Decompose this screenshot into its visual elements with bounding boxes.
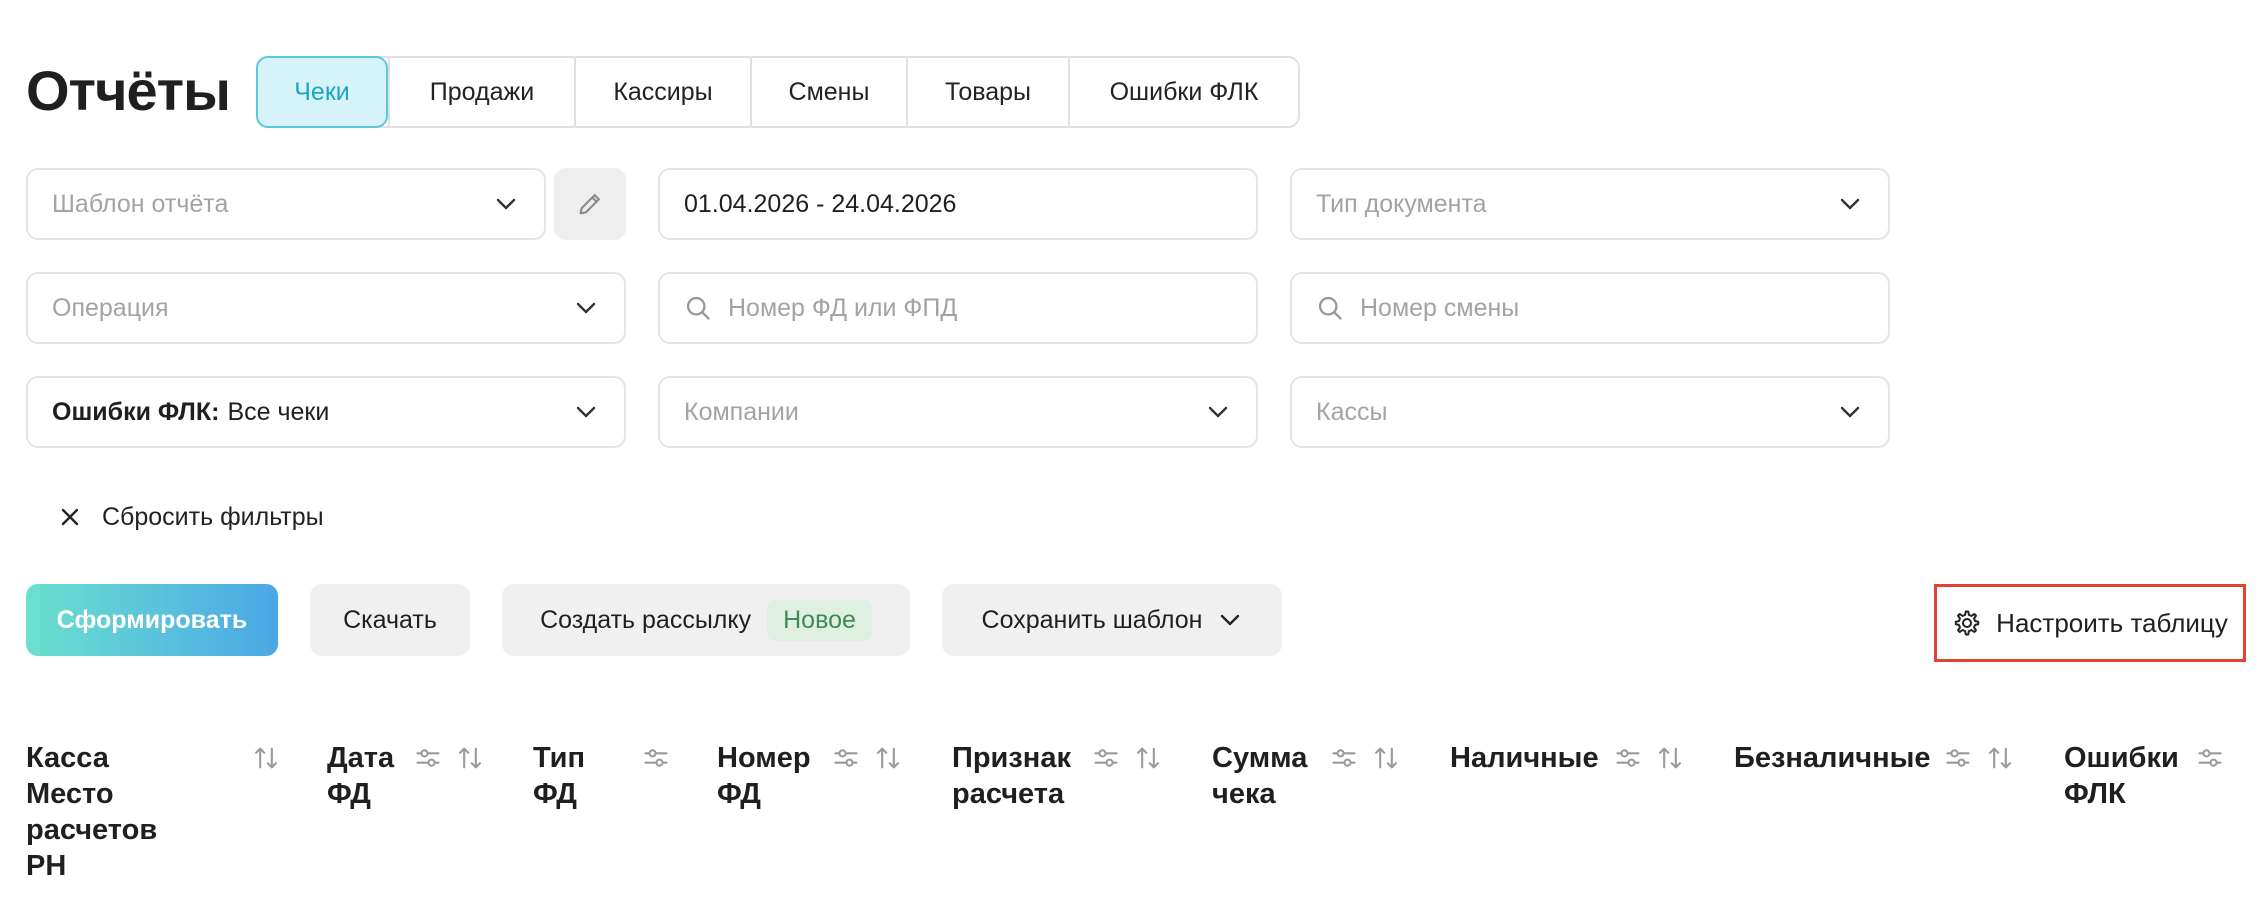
- column-header-cash: Наличные: [1450, 740, 1599, 776]
- flk-errors-select[interactable]: Ошибки ФЛК: Все чеки: [26, 376, 626, 448]
- tab-goods[interactable]: Товары: [906, 58, 1068, 126]
- date-range-field[interactable]: 01.04.2026 - 24.04.2026: [658, 168, 1258, 240]
- sort-icon[interactable]: [1656, 744, 1684, 772]
- report-template-select[interactable]: Шаблон отчёта: [26, 168, 546, 240]
- column-label: Ошибки ФЛК: [2064, 742, 2179, 810]
- tab-sales[interactable]: Продажи: [388, 58, 574, 126]
- shift-number-search[interactable]: Номер смены: [1290, 272, 1890, 344]
- column-label: Признак расчета: [952, 742, 1071, 810]
- create-mailing-button[interactable]: Создать рассылку Новое: [502, 584, 910, 656]
- filter-sliders-icon[interactable]: [1330, 744, 1358, 772]
- tab-receipts[interactable]: Чеки: [256, 56, 388, 128]
- tab-shifts[interactable]: Смены: [750, 58, 906, 126]
- gear-icon: [1952, 608, 1982, 638]
- column-label: Дата ФД: [327, 742, 395, 810]
- chevron-down-icon: [572, 294, 600, 322]
- flk-errors-value: Все чеки: [227, 397, 330, 426]
- report-template-placeholder: Шаблон отчёта: [52, 189, 229, 218]
- tab-cashiers[interactable]: Кассиры: [574, 58, 750, 126]
- pencil-icon: [576, 190, 604, 218]
- fd-number-placeholder: Номер ФД или ФПД: [728, 293, 958, 322]
- sort-icon[interactable]: [1986, 744, 2014, 772]
- filter-sliders-icon[interactable]: [832, 744, 860, 772]
- new-badge: Новое: [767, 599, 872, 641]
- filter-sliders-icon[interactable]: [1092, 744, 1120, 772]
- chevron-down-icon: [1836, 398, 1864, 426]
- create-mailing-label: Создать рассылку: [540, 605, 752, 634]
- document-type-placeholder: Тип документа: [1316, 189, 1487, 218]
- fd-number-search[interactable]: Номер ФД или ФПД: [658, 272, 1258, 344]
- tab-flk-errors[interactable]: Ошибки ФЛК: [1068, 58, 1298, 126]
- filter-sliders-icon[interactable]: [642, 744, 670, 772]
- sort-icon[interactable]: [1134, 744, 1162, 772]
- edit-template-button[interactable]: [554, 168, 626, 240]
- reset-filters-label: Сбросить фильтры: [102, 502, 324, 531]
- search-icon: [1316, 294, 1344, 322]
- column-header-payment-sign: Признак расчета: [952, 740, 1071, 812]
- filter-sliders-icon[interactable]: [414, 744, 442, 772]
- column-label: Тип ФД: [533, 742, 585, 810]
- column-header-cashbox: Касса Место расчетов РН: [26, 740, 176, 884]
- sort-icon[interactable]: [252, 744, 280, 772]
- column-label: Наличные: [1450, 742, 1599, 774]
- column-label: Сумма чека: [1212, 742, 1308, 810]
- save-template-button[interactable]: Сохранить шаблон: [942, 584, 1282, 656]
- companies-select[interactable]: Компании: [658, 376, 1258, 448]
- chevron-down-icon: [1836, 190, 1864, 218]
- column-header-receipt-sum: Сумма чека: [1212, 740, 1307, 812]
- save-template-label: Сохранить шаблон: [981, 605, 1203, 634]
- companies-placeholder: Компании: [684, 397, 799, 426]
- generate-button[interactable]: Сформировать: [26, 584, 278, 656]
- filter-sliders-icon[interactable]: [2196, 744, 2224, 772]
- sort-icon[interactable]: [1372, 744, 1400, 772]
- close-icon: [58, 505, 82, 529]
- reports-page: Отчёты Чеки Продажи Кассиры Смены Товары…: [0, 0, 2266, 898]
- column-header-cashless: Безналичные: [1734, 740, 1931, 776]
- cashboxes-placeholder: Кассы: [1316, 397, 1388, 426]
- column-label: Номер ФД: [717, 742, 811, 810]
- page-title: Отчёты: [26, 59, 231, 122]
- filter-sliders-icon[interactable]: [1614, 744, 1642, 772]
- operation-select[interactable]: Операция: [26, 272, 626, 344]
- cashboxes-select[interactable]: Кассы: [1290, 376, 1890, 448]
- chevron-down-icon: [572, 398, 600, 426]
- date-range-value: 01.04.2026 - 24.04.2026: [684, 189, 957, 218]
- column-label: Касса Место расчетов РН: [26, 742, 158, 882]
- column-header-fd-date: Дата ФД: [327, 740, 394, 812]
- flk-errors-label: Ошибки ФЛК:: [52, 397, 220, 426]
- search-icon: [684, 294, 712, 322]
- column-header-flk-errors: Ошибки ФЛК: [2064, 740, 2179, 812]
- chevron-down-icon: [1204, 398, 1232, 426]
- column-label: Безналичные: [1734, 742, 1931, 774]
- shift-number-placeholder: Номер смены: [1360, 293, 1520, 322]
- document-type-select[interactable]: Тип документа: [1290, 168, 1890, 240]
- chevron-down-icon: [1218, 608, 1242, 632]
- filter-sliders-icon[interactable]: [1944, 744, 1972, 772]
- report-tabs: Чеки Продажи Кассиры Смены Товары Ошибки…: [256, 56, 1300, 128]
- sort-icon[interactable]: [456, 744, 484, 772]
- column-header-fd-type: Тип ФД: [533, 740, 585, 812]
- sort-icon[interactable]: [874, 744, 902, 772]
- chevron-down-icon: [492, 190, 520, 218]
- column-header-fd-number: Номер ФД: [717, 740, 811, 812]
- operation-placeholder: Операция: [52, 293, 169, 322]
- configure-table-button[interactable]: Настроить таблицу: [1934, 584, 2246, 662]
- configure-table-label: Настроить таблицу: [1996, 607, 2228, 638]
- download-button[interactable]: Скачать: [310, 584, 470, 656]
- reset-filters-button[interactable]: Сбросить фильтры: [58, 500, 324, 534]
